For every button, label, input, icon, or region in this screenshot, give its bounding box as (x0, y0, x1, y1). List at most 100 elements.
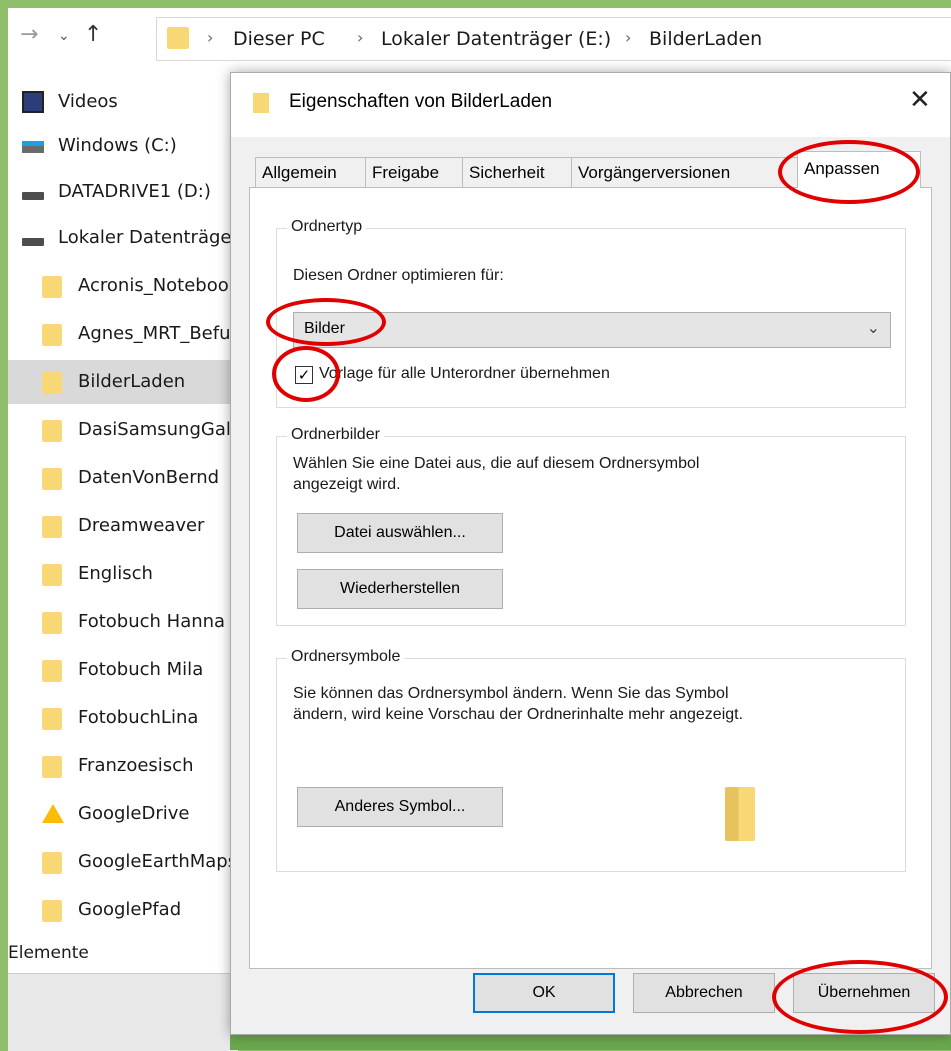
sidebar-item-folder[interactable]: GoogleEarthMaps (8, 840, 238, 884)
tab-freigabe[interactable]: Freigabe (365, 157, 463, 187)
folder-icon (42, 468, 62, 490)
group-title: Ordnersymbole (287, 648, 405, 666)
choose-file-button[interactable]: Datei auswählen... (297, 513, 503, 553)
folder-icon (42, 900, 62, 922)
folder-icon (42, 564, 62, 586)
ok-button[interactable]: OK (473, 973, 615, 1013)
sidebar-item-videos[interactable]: Videos (8, 80, 238, 124)
folder-icon (167, 27, 189, 49)
sidebar-item-label: GooglePfad (78, 899, 182, 920)
close-icon[interactable]: ✕ (909, 85, 931, 115)
folder-preview-icon (725, 787, 755, 841)
video-icon (22, 91, 44, 113)
history-chevron-icon[interactable]: ⌄ (58, 28, 70, 44)
folder-icon (42, 708, 62, 730)
select-value: Bilder (304, 320, 345, 337)
tab-vorgaengerversionen[interactable]: Vorgängerversionen (571, 157, 799, 187)
sidebar-item-label: GoogleEarthMaps (78, 851, 238, 872)
folder-icon (42, 756, 62, 778)
sidebar-item-label: Englisch (78, 563, 153, 584)
folder-icon (42, 372, 62, 394)
checkbox-label: Vorlage für alle Unterordner übernehmen (319, 365, 610, 382)
google-drive-icon (42, 804, 64, 823)
sidebar-item-folder[interactable]: Dreamweaver (8, 504, 238, 548)
chevron-down-icon: ⌄ (866, 318, 880, 337)
sidebar-item-datadrive[interactable]: DATADRIVE1 (D:) (8, 170, 238, 214)
sidebar-item-folder[interactable]: GooglePfad (8, 888, 238, 932)
sidebar-item-label: Agnes_MRT_Befund (78, 323, 254, 344)
sidebar-item-folder[interactable]: Acronis_Notebook (8, 264, 240, 308)
tab-anpassen[interactable]: Anpassen (797, 151, 921, 188)
drive-icon (22, 238, 44, 246)
properties-dialog: Eigenschaften von BilderLaden ✕ Allgemei… (230, 72, 951, 1035)
apply-button[interactable]: Übernehmen (793, 973, 935, 1013)
tab-sicherheit[interactable]: Sicherheit (462, 157, 572, 187)
sidebar-item-label: BilderLaden (78, 371, 186, 392)
status-bar (8, 973, 238, 1051)
ordnerbilder-text: Wählen Sie eine Datei aus, die auf diese… (293, 455, 700, 472)
folder-icon (42, 612, 62, 634)
ordnerbilder-group: Ordnerbilder Wählen Sie eine Datei aus, … (276, 426, 906, 626)
sidebar-item-label: Acronis_Notebook (78, 275, 240, 296)
sidebar-item-label: DatenVonBernd (78, 467, 220, 488)
status-bar-text: Elemente (8, 943, 89, 963)
folder-icon (42, 660, 62, 682)
breadcrumb-item[interactable]: BilderLaden (649, 28, 762, 50)
sidebar-item-googledrive[interactable]: GoogleDrive (8, 792, 238, 836)
sidebar-item-drive-e[interactable]: Lokaler Datenträger (E:) (8, 216, 276, 260)
sidebar-item-folder[interactable]: Fotobuch Mila (8, 648, 238, 692)
sidebar-item-label: GoogleDrive (78, 803, 190, 824)
sidebar-item-label: DATADRIVE1 (D:) (58, 181, 211, 202)
sidebar-item-bilderladen[interactable]: BilderLaden (8, 360, 238, 404)
breadcrumb-item[interactable]: Lokaler Datenträger (E:) (381, 28, 611, 50)
sidebar-item-folder[interactable]: DatenVonBernd (8, 456, 238, 500)
sidebar-item-folder[interactable]: Fotobuch Hanna (8, 600, 238, 644)
address-row: → ⌄ ↑ › Dieser PC › Lokaler Datenträger … (8, 8, 951, 68)
ordnersymbole-text: ändern, wird keine Vorschau der Ordnerin… (293, 706, 744, 723)
sidebar-item-folder[interactable]: Franzoesisch (8, 744, 238, 788)
folder-icon (42, 324, 62, 346)
sidebar-item-label: FotobuchLina (78, 707, 199, 728)
folder-icon (42, 516, 62, 538)
folder-icon (253, 93, 269, 113)
breadcrumb-separator-icon: › (625, 28, 632, 47)
change-icon-button[interactable]: Anderes Symbol... (297, 787, 503, 827)
tab-allgemein[interactable]: Allgemein (255, 157, 366, 187)
navigation-pane: Videos Windows (C:) DATADRIVE1 (D:) Loka… (8, 68, 276, 968)
restore-button[interactable]: Wiederherstellen (297, 569, 503, 609)
breadcrumb-separator-icon: › (207, 28, 214, 47)
folder-icon (42, 276, 62, 298)
sidebar-item-folder[interactable]: Agnes_MRT_Befund (8, 312, 253, 356)
ordnersymbole-text: Sie können das Ordnersymbol ändern. Wenn… (293, 685, 729, 702)
sidebar-item-label: Dreamweaver (78, 515, 205, 536)
cancel-button[interactable]: Abbrechen (633, 973, 775, 1013)
sidebar-item-label: Videos (58, 91, 118, 112)
apply-subfolders-checkbox[interactable]: ✓ (295, 366, 313, 384)
folder-icon (42, 420, 62, 442)
address-bar[interactable]: › Dieser PC › Lokaler Datenträger (E:) ›… (156, 17, 951, 61)
dialog-title: Eigenschaften von BilderLaden (289, 91, 553, 112)
optimize-prompt: Diesen Ordner optimieren für: (293, 267, 504, 284)
sidebar-item-label: Fotobuch Hanna (78, 611, 226, 632)
dialog-titlebar: Eigenschaften von BilderLaden ✕ (231, 73, 950, 137)
ordnerbilder-text: angezeigt wird. (293, 476, 401, 493)
drive-icon (22, 192, 44, 200)
folder-icon (42, 852, 62, 874)
sidebar-item-label: Windows (C:) (58, 135, 177, 156)
sidebar-item-windows-c[interactable]: Windows (C:) (8, 124, 238, 168)
sidebar-item-folder[interactable]: DasiSamsungGalaxy (8, 408, 263, 452)
breadcrumb-separator-icon: › (357, 28, 364, 47)
group-title: Ordnertyp (287, 218, 367, 236)
folder-type-select[interactable]: Bilder ⌄ (293, 312, 891, 348)
anpassen-panel: Ordnertyp Diesen Ordner optimieren für: … (249, 187, 932, 969)
sidebar-item-folder[interactable]: FotobuchLina (8, 696, 238, 740)
ordnersymbole-group: Ordnersymbole Sie können das Ordnersymbo… (276, 648, 906, 872)
sidebar-item-label: Franzoesisch (78, 755, 194, 776)
ordnertyp-group: Ordnertyp Diesen Ordner optimieren für: … (276, 218, 906, 408)
group-title: Ordnerbilder (287, 426, 384, 444)
sidebar-item-label: Fotobuch Mila (78, 659, 204, 680)
breadcrumb-item[interactable]: Dieser PC (233, 28, 325, 50)
back-arrow-icon[interactable]: → (20, 22, 38, 47)
up-arrow-icon[interactable]: ↑ (84, 22, 102, 47)
sidebar-item-folder[interactable]: Englisch (8, 552, 238, 596)
